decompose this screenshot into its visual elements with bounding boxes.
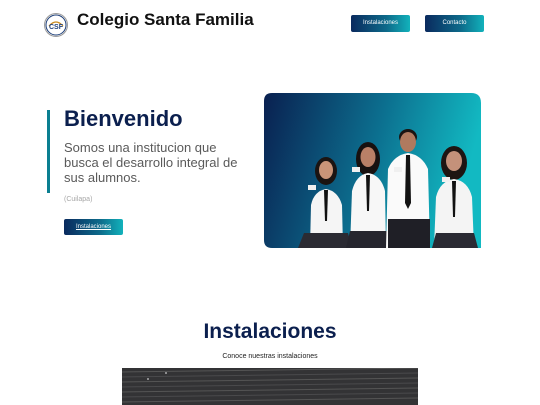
nav-contacto-button[interactable]: Contacto xyxy=(425,15,484,32)
hero-title: Bienvenido xyxy=(64,106,183,131)
logo-letters: CSF xyxy=(49,24,64,31)
nav-instalaciones-button[interactable]: Instalaciones xyxy=(351,15,410,32)
hero-accent-bar xyxy=(47,110,50,193)
students-photo xyxy=(264,93,481,248)
installations-title: Instalaciones xyxy=(203,320,337,343)
facility-photo xyxy=(122,368,418,405)
hero-location: (Cuilapa) xyxy=(64,196,93,203)
school-crest-icon: CSF xyxy=(45,14,67,36)
school-logo[interactable]: CSF xyxy=(44,13,68,37)
brand-name[interactable]: Colegio Santa Familia xyxy=(77,10,254,30)
site-header: CSF Colegio Santa Familia Instalaciones … xyxy=(0,0,540,50)
facility-roof-image xyxy=(122,368,418,405)
hero-instalaciones-button[interactable]: Instalaciones xyxy=(64,219,123,235)
hero-description: Somos una institucion que busca el desar… xyxy=(64,140,238,185)
installations-subtitle: Conoce nuestras instalaciones xyxy=(222,353,318,360)
students-group-image xyxy=(264,93,481,248)
